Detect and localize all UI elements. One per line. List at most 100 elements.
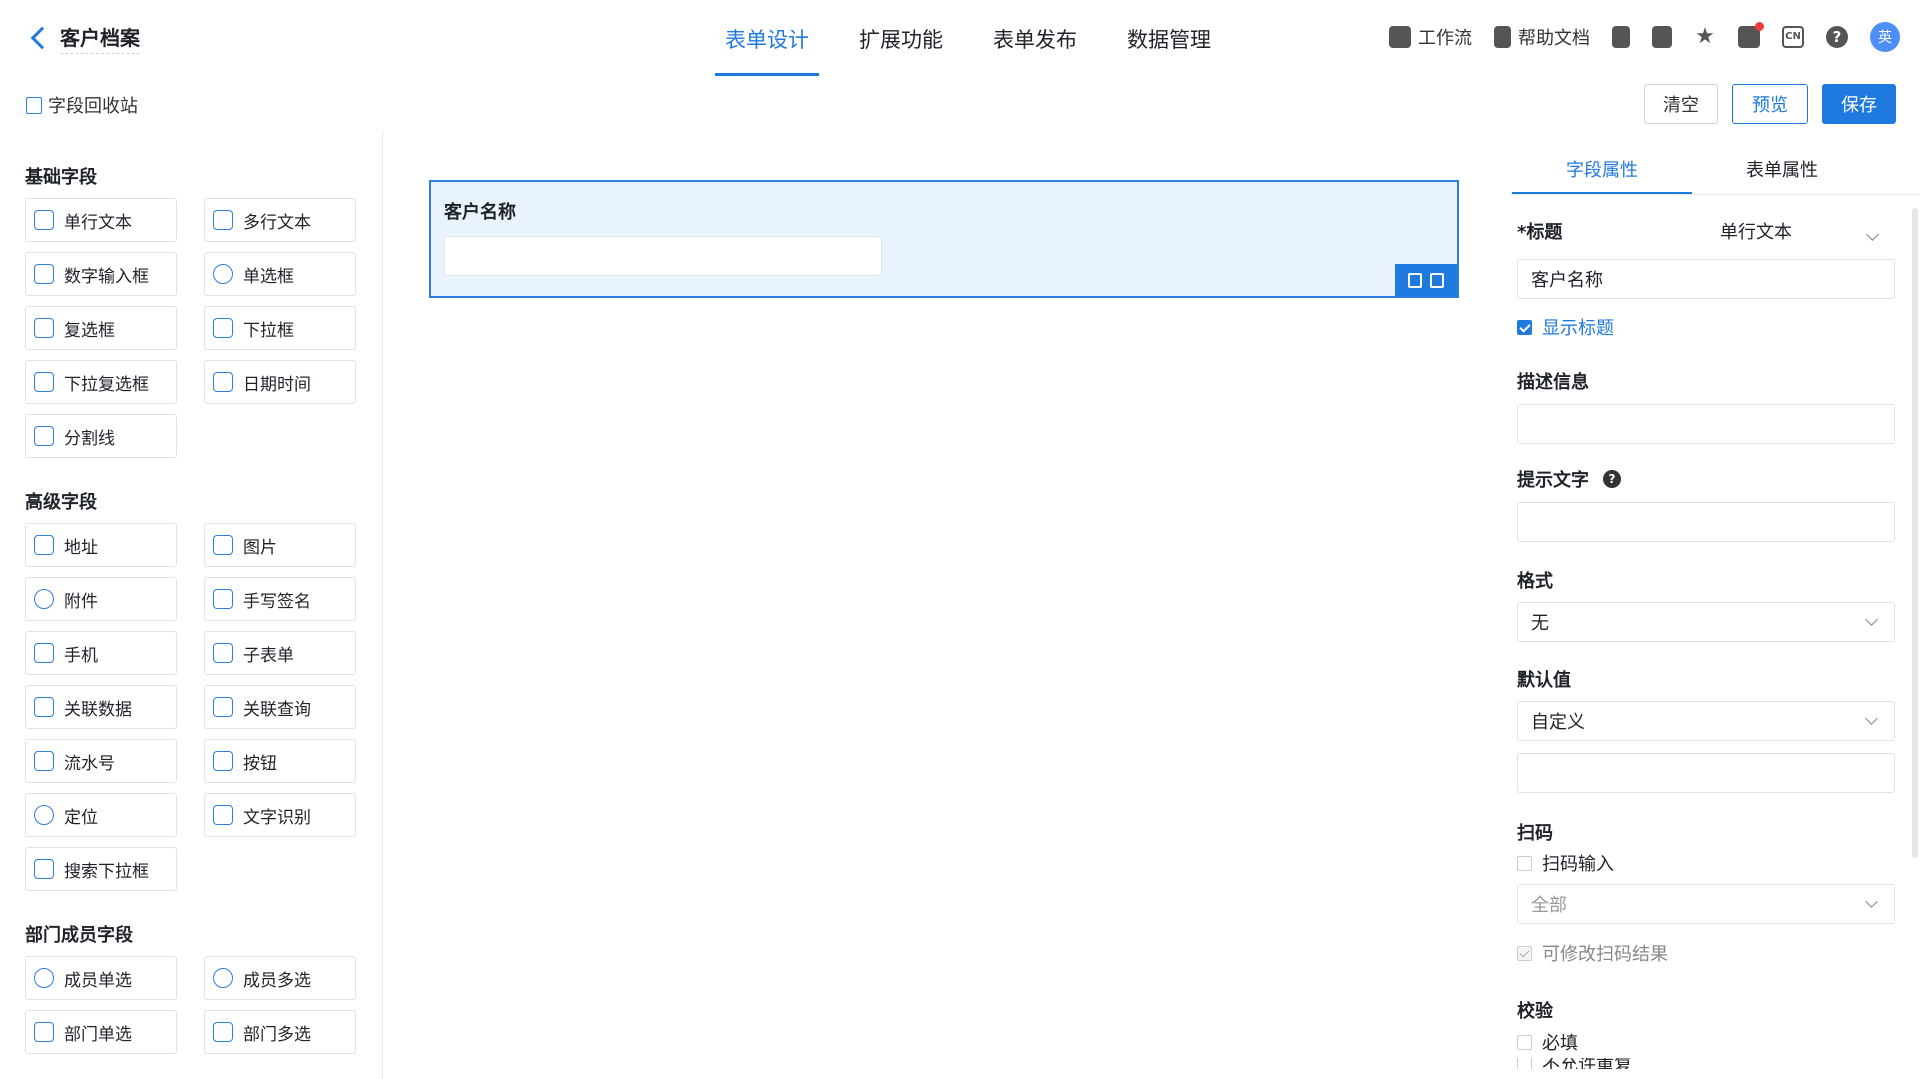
hint-text-input[interactable] [1517, 502, 1895, 542]
field-label: 关联数据 [64, 699, 132, 720]
field-image[interactable]: 图片 [204, 523, 356, 567]
title-input[interactable]: 客户名称 [1517, 259, 1895, 299]
advanced-fields-title: 高级字段 [25, 492, 97, 513]
field-phone[interactable]: 手机 [25, 631, 177, 675]
field-button[interactable]: 按钮 [204, 739, 356, 783]
field-attachment[interactable]: 附件 [25, 577, 177, 621]
field-single-line-text[interactable]: 单行文本 [25, 198, 177, 242]
star-icon[interactable]: ★ [1694, 26, 1716, 48]
text-lines-icon [34, 210, 54, 230]
field-member-multi[interactable]: 成员多选 [204, 956, 356, 1000]
tab-extensions[interactable]: 扩展功能 [834, 24, 968, 76]
required-checkbox[interactable]: 必填 [1517, 1029, 1578, 1055]
user-icon [34, 968, 54, 988]
contacts-icon[interactable] [1652, 26, 1672, 48]
workflow-button[interactable]: 工作流 [1389, 24, 1472, 50]
clear-button[interactable]: 清空 [1644, 84, 1718, 124]
help-docs-button[interactable]: 帮助文档 [1494, 24, 1590, 50]
workflow-label: 工作流 [1418, 28, 1472, 49]
show-title-checkbox[interactable]: 显示标题 [1517, 314, 1614, 340]
field-label: 下拉复选框 [64, 374, 149, 395]
field-multi-line-text[interactable]: 多行文本 [204, 198, 356, 242]
sort-list-icon [213, 318, 233, 338]
tab-form-design[interactable]: 表单设计 [700, 24, 834, 76]
tab-form-properties[interactable]: 表单属性 [1692, 156, 1872, 182]
field-label: 成员多选 [243, 970, 311, 991]
field-subform[interactable]: 子表单 [204, 631, 356, 675]
field-divider[interactable]: 分割线 [25, 414, 177, 458]
scan-editable-checkbox[interactable]: 可修改扫码结果 [1517, 940, 1668, 966]
divider-icon [34, 426, 54, 446]
field-label: 搜索下拉框 [64, 861, 149, 882]
header-tools: 工作流 帮助文档 ★ CN ? 英 [1389, 22, 1900, 52]
field-dept-multi[interactable]: 部门多选 [204, 1010, 356, 1054]
help-icon[interactable]: ? [1826, 26, 1848, 48]
selected-form-field[interactable]: 客户名称 [429, 180, 1459, 298]
format-select[interactable]: 无 [1517, 602, 1895, 642]
default-value-input[interactable] [1517, 753, 1895, 793]
search-select-icon [34, 859, 54, 879]
field-multi-dropdown[interactable]: 下拉复选框 [25, 360, 177, 404]
tab-data-management[interactable]: 数据管理 [1102, 24, 1236, 76]
field-ocr[interactable]: 文字识别 [204, 793, 356, 837]
field-label: 复选框 [64, 320, 115, 341]
top-bar: 客户档案 表单设计 扩展功能 表单发布 数据管理 工作流 帮助文档 ★ CN ?… [0, 0, 1920, 76]
language-cn-icon[interactable]: CN [1782, 26, 1804, 48]
avatar[interactable]: 英 [1870, 22, 1900, 52]
back-button[interactable]: 客户档案 [28, 22, 140, 54]
form-field-input[interactable] [444, 236, 882, 276]
field-address[interactable]: 地址 [25, 523, 177, 567]
button-icon [213, 751, 233, 771]
properties-scrollbar[interactable] [1912, 208, 1918, 858]
copy-icon[interactable] [1408, 272, 1422, 288]
multi-check-icon [34, 372, 54, 392]
scan-input-label: 扫码输入 [1542, 854, 1614, 875]
preview-button[interactable]: 预览 [1732, 84, 1808, 124]
no-duplicate-checkbox[interactable]: 不允许重复 [1517, 1058, 1632, 1069]
tab-publish[interactable]: 表单发布 [968, 24, 1102, 76]
description-input[interactable] [1517, 404, 1895, 444]
field-related-data[interactable]: 关联数据 [25, 685, 177, 729]
chevron-left-icon [30, 26, 54, 50]
field-label: 文字识别 [243, 807, 311, 828]
field-dept-single[interactable]: 部门单选 [25, 1010, 177, 1054]
field-location[interactable]: 定位 [25, 793, 177, 837]
field-search-dropdown[interactable]: 搜索下拉框 [25, 847, 177, 891]
field-label: 手写签名 [243, 591, 311, 612]
field-related-query[interactable]: 关联查询 [204, 685, 356, 729]
default-value-select[interactable]: 自定义 [1517, 701, 1895, 741]
question-icon[interactable]: ? [1603, 470, 1621, 488]
action-buttons: 清空 预览 保存 [1644, 84, 1896, 124]
layout-icon[interactable] [1612, 26, 1630, 48]
field-label: 流水号 [64, 753, 115, 774]
field-label: 数字输入框 [64, 266, 149, 287]
field-label: 附件 [64, 591, 98, 612]
field-checkbox[interactable]: 复选框 [25, 306, 177, 350]
field-member-single[interactable]: 成员单选 [25, 956, 177, 1000]
form-field-label: 客户名称 [444, 202, 516, 223]
field-type-select[interactable]: 单行文本 [1720, 218, 1895, 243]
scan-editable-label: 可修改扫码结果 [1542, 944, 1668, 965]
scan-scope-select[interactable]: 全部 [1517, 884, 1895, 924]
tab-field-properties[interactable]: 字段属性 [1512, 156, 1692, 194]
save-button[interactable]: 保存 [1822, 84, 1896, 124]
properties-tabs: 字段属性 表单属性 [1510, 140, 1920, 195]
field-radio[interactable]: 单选框 [204, 252, 356, 296]
checkbox-checked [1517, 319, 1532, 335]
field-label: 定位 [64, 807, 98, 828]
field-number-input[interactable]: 数字输入框 [25, 252, 177, 296]
image-icon [213, 535, 233, 555]
validation-label: 校验 [1517, 1001, 1553, 1022]
show-title-label: 显示标题 [1542, 318, 1614, 339]
scan-input-checkbox[interactable]: 扫码输入 [1517, 850, 1614, 876]
field-palette: 基础字段 单行文本 多行文本 数字输入框 单选框 复选框 下拉框 下拉复选框 日… [0, 130, 383, 1079]
field-recycle-bin[interactable]: 字段回收站 [26, 92, 138, 118]
field-signature[interactable]: 手写签名 [204, 577, 356, 621]
field-dropdown[interactable]: 下拉框 [204, 306, 356, 350]
field-datetime[interactable]: 日期时间 [204, 360, 356, 404]
field-serial-number[interactable]: 流水号 [25, 739, 177, 783]
delete-icon[interactable] [1430, 272, 1444, 288]
bank-icon [34, 1022, 54, 1042]
app-title: 客户档案 [60, 22, 140, 54]
message-icon[interactable] [1738, 22, 1764, 48]
